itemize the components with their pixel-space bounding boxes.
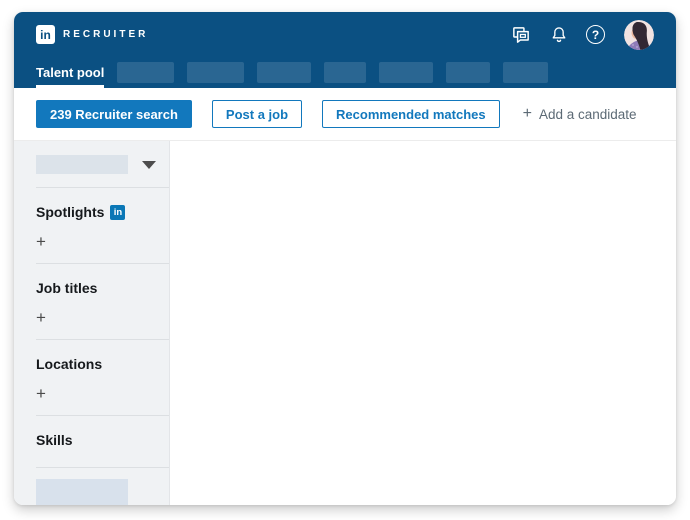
dropdown-value-placeholder xyxy=(36,155,128,174)
add-job-title-button[interactable]: + xyxy=(36,309,52,326)
messaging-icon[interactable] xyxy=(510,24,532,46)
help-icon[interactable]: ? xyxy=(586,25,605,44)
section-locations: Locations xyxy=(36,356,169,372)
section-locations-label: Locations xyxy=(36,356,103,372)
recruiter-search-button[interactable]: 239 Recruiter search xyxy=(36,100,192,128)
notifications-bell-icon[interactable] xyxy=(549,25,569,45)
recruiter-app-window: in RECRUITER ? Talent pool 239 Recruiter… xyxy=(14,12,676,505)
product-name: RECRUITER xyxy=(63,29,149,40)
action-bar: 239 Recruiter search Post a job Recommen… xyxy=(14,88,676,141)
sidebar-divider xyxy=(36,187,169,188)
tab-placeholder[interactable] xyxy=(187,62,245,83)
plus-icon: + xyxy=(522,105,532,122)
header-icons: ? xyxy=(510,19,654,50)
linkedin-recruiter-logo[interactable]: in RECRUITER xyxy=(36,25,148,44)
section-spotlights: Spotlights in xyxy=(36,204,169,220)
sidebar-divider xyxy=(36,467,169,468)
app-header: in RECRUITER ? Talent pool xyxy=(14,12,676,88)
tab-bar: Talent pool xyxy=(36,57,654,88)
tab-talent-pool[interactable]: Talent pool xyxy=(36,57,105,88)
sidebar-bottom-placeholder xyxy=(36,479,128,505)
sidebar-divider xyxy=(36,415,169,416)
filter-dropdown[interactable] xyxy=(36,155,169,174)
section-job-titles: Job titles xyxy=(36,280,169,296)
add-spotlight-button[interactable]: + xyxy=(36,233,52,250)
add-location-button[interactable]: + xyxy=(36,385,52,402)
recommended-matches-button[interactable]: Recommended matches xyxy=(322,100,500,128)
tab-placeholder[interactable] xyxy=(446,62,491,83)
tab-placeholder[interactable] xyxy=(503,62,549,83)
header-top-row: in RECRUITER ? xyxy=(36,12,654,57)
section-job-titles-label: Job titles xyxy=(36,280,98,296)
section-skills: Skills xyxy=(36,432,169,448)
tab-placeholder[interactable] xyxy=(117,62,175,83)
tab-placeholder[interactable] xyxy=(257,62,312,83)
linkedin-logo-icon: in xyxy=(36,25,55,44)
sidebar-divider xyxy=(36,263,169,264)
section-skills-label: Skills xyxy=(36,432,73,448)
linkedin-badge-icon: in xyxy=(110,204,126,220)
add-candidate-button[interactable]: + Add a candidate xyxy=(523,106,637,122)
chevron-down-icon xyxy=(142,160,156,169)
add-candidate-label: Add a candidate xyxy=(538,106,637,122)
content-area: Spotlights in + Job titles + Locations +… xyxy=(14,141,676,505)
tab-placeholder[interactable] xyxy=(379,62,434,83)
section-spotlights-label: Spotlights xyxy=(36,204,105,220)
tab-placeholder[interactable] xyxy=(324,62,367,83)
user-avatar[interactable] xyxy=(624,19,654,50)
sidebar-divider xyxy=(36,339,169,340)
filters-sidebar: Spotlights in + Job titles + Locations +… xyxy=(14,141,170,505)
results-main-area xyxy=(170,141,676,505)
post-a-job-button[interactable]: Post a job xyxy=(211,100,303,128)
